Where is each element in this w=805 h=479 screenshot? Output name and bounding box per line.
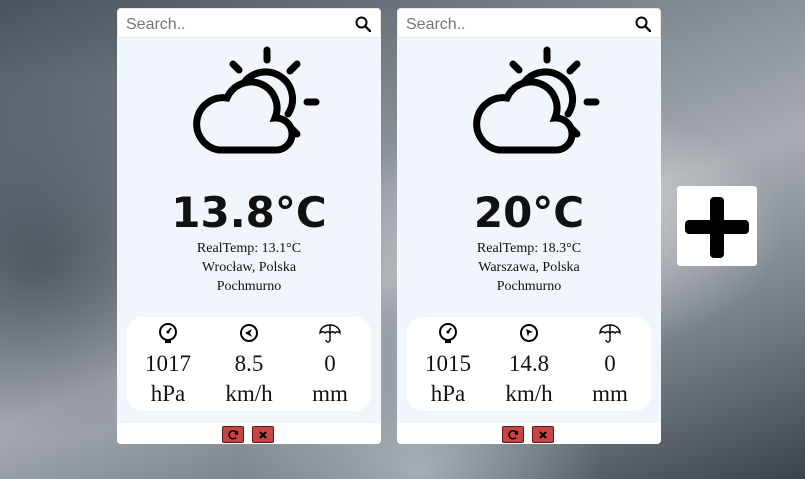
pressure-stat: 1017 hPa <box>133 317 203 411</box>
wind-value: 8.5 <box>234 351 264 376</box>
umbrella-icon <box>319 324 341 343</box>
add-card-button[interactable] <box>677 186 757 266</box>
pressure-unit: hPa <box>430 381 466 406</box>
wind-compass-icon <box>520 324 538 342</box>
pressure-stat: 1015 hPa <box>413 317 483 411</box>
wind-stat: 14.8 km/h <box>494 317 564 411</box>
wind-unit: km/h <box>505 381 553 406</box>
pressure-unit: hPa <box>150 381 186 406</box>
refresh-icon <box>508 429 518 440</box>
location: Warszawa, Polska <box>478 260 580 275</box>
pressure-gauge-icon <box>159 323 177 343</box>
refresh-button[interactable] <box>222 426 244 443</box>
weather-description: Pochmurno <box>216 279 282 294</box>
temperature: 20°C <box>473 188 585 237</box>
umbrella-icon <box>599 324 621 343</box>
wind-compass-icon <box>240 324 258 342</box>
search-icon[interactable] <box>635 16 651 32</box>
wind-stat: 8.5 km/h <box>214 317 284 411</box>
weather-card-2: 20°C RealTemp: 18.3°C Warszawa, Polska P… <box>397 8 661 444</box>
real-temp: RealTemp: 13.1°C <box>196 241 302 256</box>
refresh-icon <box>228 429 238 440</box>
partly-cloudy-icon <box>473 46 600 154</box>
search-input[interactable] <box>404 14 628 36</box>
stats-panel: 1015 hPa 14.8 km/h 0 mm <box>407 317 651 411</box>
wind-value: 14.8 <box>508 351 550 376</box>
rain-stat: 0 mm <box>295 317 365 411</box>
search-input[interactable] <box>124 14 348 36</box>
close-button[interactable] <box>532 426 554 443</box>
rain-stat: 0 mm <box>575 317 645 411</box>
close-icon <box>259 430 267 439</box>
weather-card-1: 13.8°C RealTemp: 13.1°C Wrocław, Polska … <box>117 8 381 444</box>
rain-unit: mm <box>592 381 628 406</box>
card-footer <box>397 423 661 444</box>
close-button[interactable] <box>252 426 274 443</box>
wind-unit: km/h <box>225 381 273 406</box>
rain-value: 0 <box>324 351 336 376</box>
search-icon[interactable] <box>355 16 371 32</box>
pressure-gauge-icon <box>439 323 457 343</box>
pressure-value: 1015 <box>425 351 471 376</box>
stats-panel: 1017 hPa 8.5 km/h 0 mm <box>127 317 371 411</box>
rain-value: 0 <box>604 351 616 376</box>
refresh-button[interactable] <box>502 426 524 443</box>
partly-cloudy-icon <box>193 46 320 154</box>
rain-unit: mm <box>312 381 348 406</box>
pressure-value: 1017 <box>145 351 191 376</box>
search-bar <box>117 8 381 38</box>
weather-description: Pochmurno <box>496 279 562 294</box>
real-temp: RealTemp: 18.3°C <box>476 241 582 256</box>
plus-icon <box>685 197 749 258</box>
close-icon <box>539 430 547 439</box>
search-bar <box>397 8 661 38</box>
card-footer <box>117 423 381 444</box>
temperature: 13.8°C <box>171 188 327 237</box>
location: Wrocław, Polska <box>201 260 297 275</box>
